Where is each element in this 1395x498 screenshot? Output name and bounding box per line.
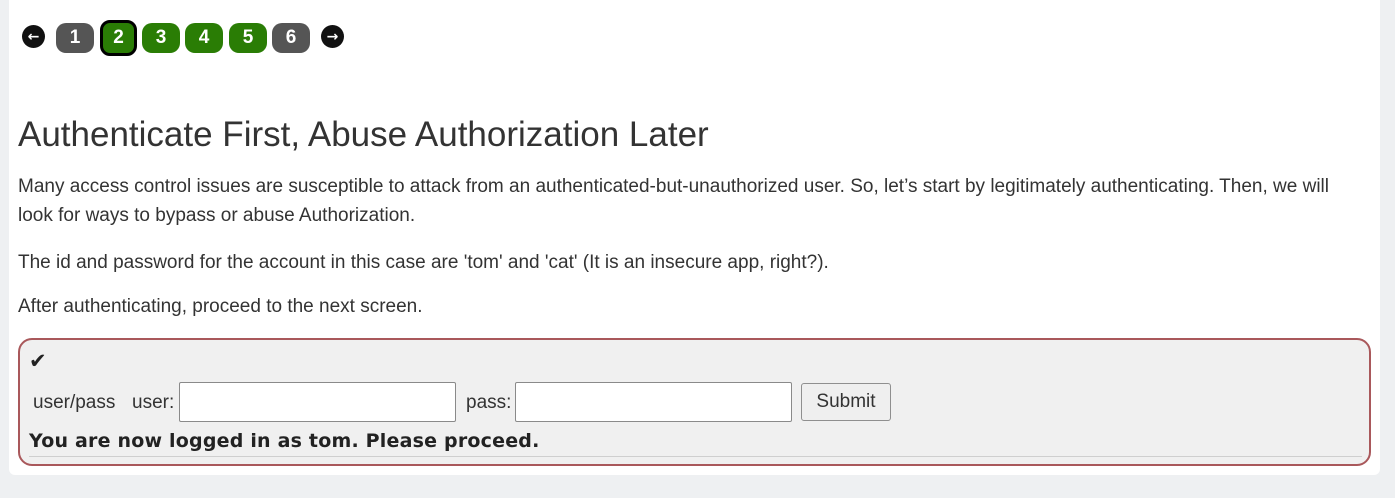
pass-label: pass:: [466, 392, 512, 413]
page-button-4[interactable]: 4: [185, 23, 223, 53]
previous-page-icon[interactable]: ←: [22, 25, 45, 48]
page-button-5[interactable]: 5: [229, 23, 267, 53]
next-page-icon[interactable]: →: [321, 25, 344, 48]
submit-button[interactable]: Submit: [801, 383, 891, 421]
user-label: user:: [132, 392, 175, 413]
page-button-6[interactable]: 6: [272, 23, 310, 53]
user-field[interactable]: [179, 382, 456, 422]
lesson-paragraph-3: After authenticating, proceed to the nex…: [18, 296, 423, 317]
feedback-message: You are now logged in as tom. Please pro…: [29, 430, 540, 452]
attack-container: ✔ user/pass user: pass: Submit You are n…: [18, 338, 1371, 466]
lesson-paragraph-1: Many access control issues are susceptib…: [18, 176, 1329, 226]
page-button-1[interactable]: 1: [56, 23, 94, 53]
pass-field[interactable]: [515, 382, 792, 422]
page-button-2[interactable]: 2: [100, 20, 137, 56]
lesson-paragraph-2: The id and password for the account in t…: [18, 252, 829, 273]
divider: [29, 456, 1362, 457]
form-title: user/pass: [33, 392, 116, 413]
page-button-3[interactable]: 3: [142, 23, 180, 53]
lesson-title: Authenticate First, Abuse Authorization …: [18, 115, 709, 154]
checkmark-icon: ✔: [29, 349, 47, 373]
